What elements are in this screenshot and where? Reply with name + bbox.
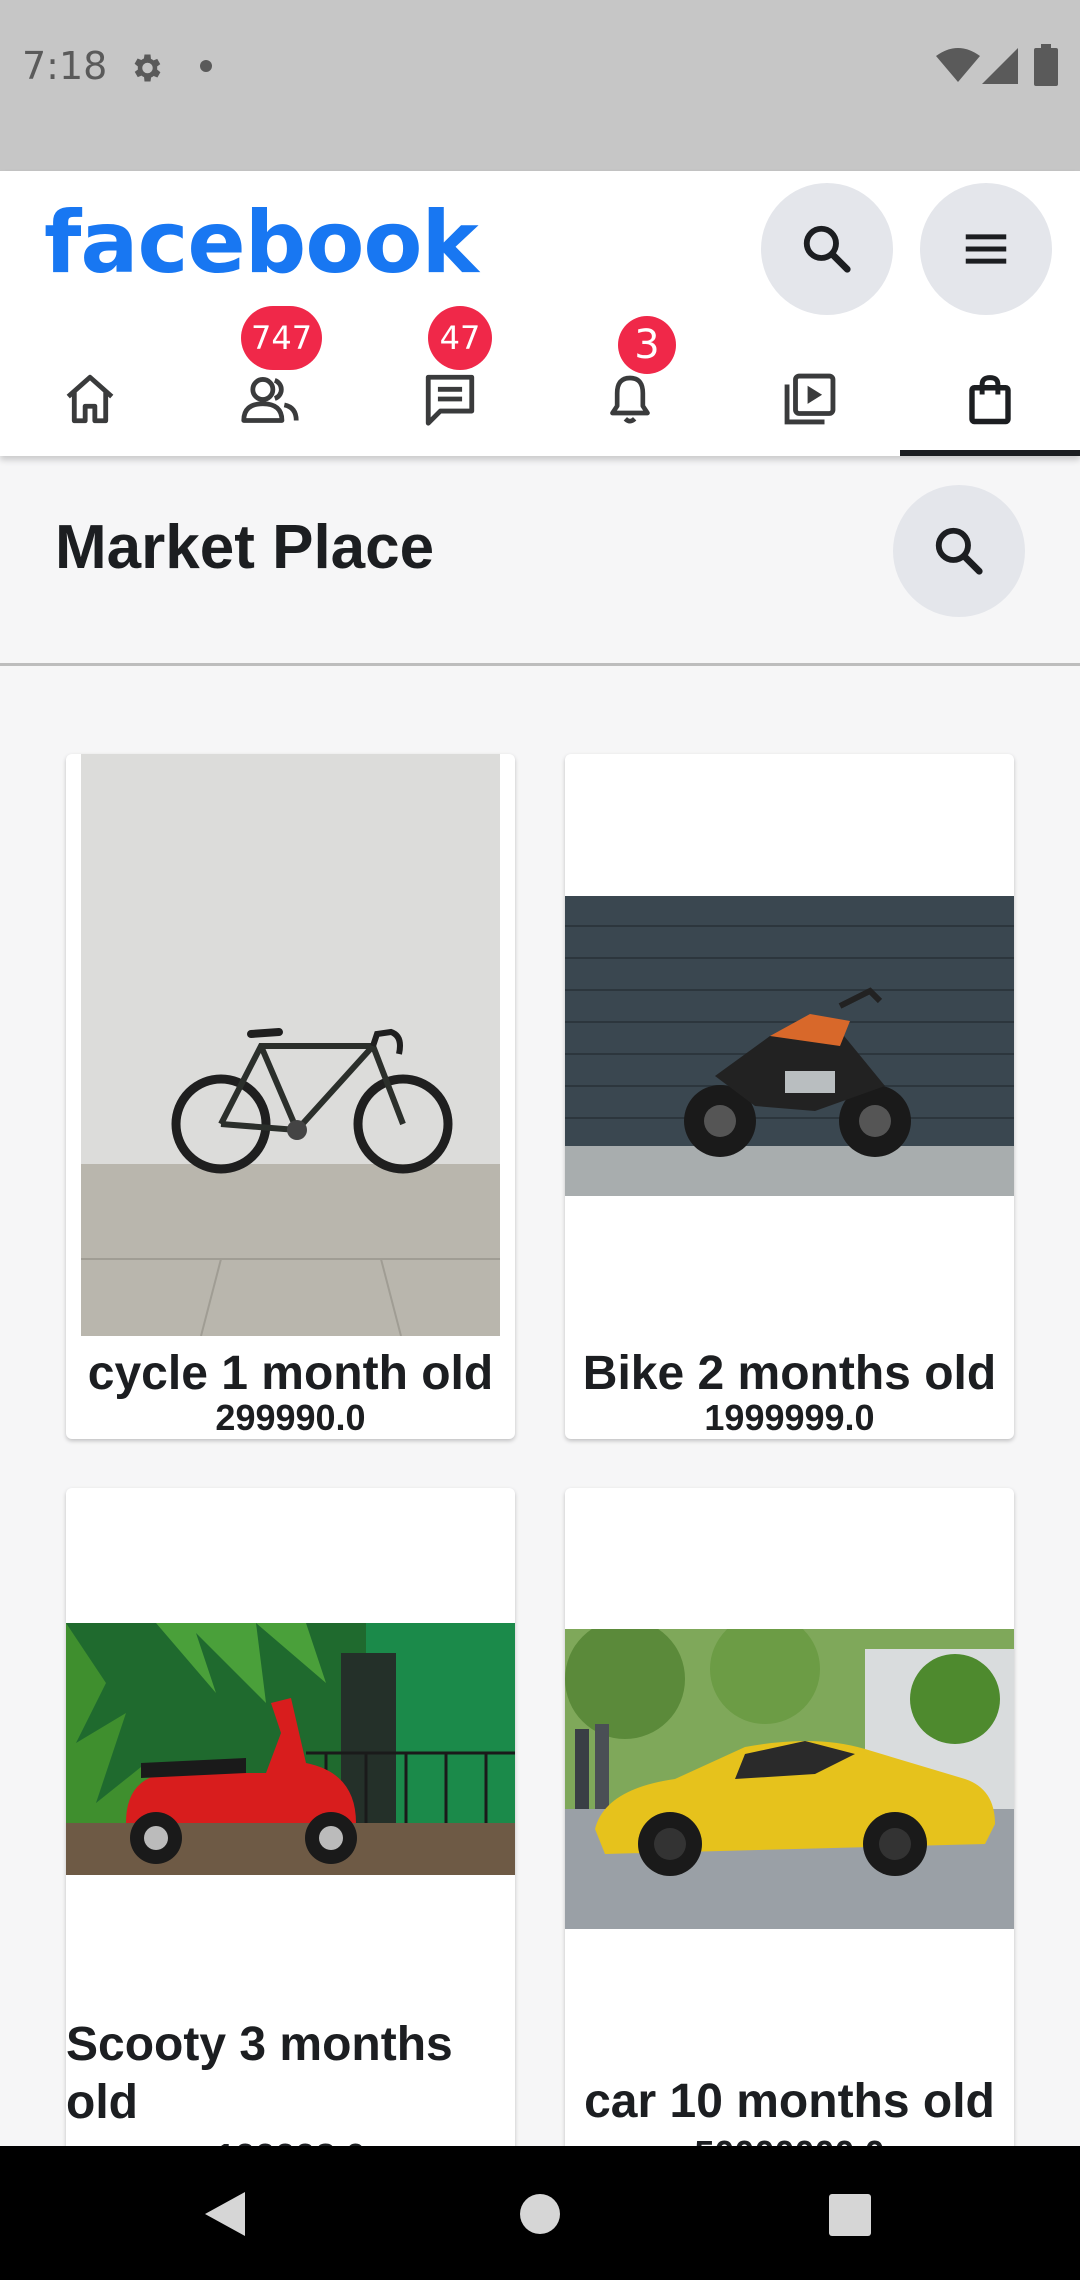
listing-title: car 10 months old (584, 2075, 995, 2128)
listing-card[interactable]: Scooty 3 months old 199998.0 (66, 1488, 515, 2146)
system-nav-bar (0, 2146, 1080, 2280)
market-header: Market Place (0, 456, 1080, 666)
listing-title: cycle 1 month old (87, 1347, 494, 1400)
bicycle-photo (81, 754, 500, 1336)
home-circle-icon[interactable] (519, 2193, 561, 2235)
battery-icon (1034, 44, 1058, 86)
wifi-icon (936, 48, 980, 82)
header-menu-button[interactable] (920, 183, 1052, 315)
friends-icon (241, 376, 299, 423)
tab-watch[interactable] (720, 311, 900, 456)
listing-title: Bike 2 months old (582, 1347, 997, 1400)
tab-marketplace[interactable] (900, 311, 1080, 456)
tab-messages[interactable]: 47 (360, 306, 540, 456)
messages-badge: 47 (428, 306, 492, 370)
listing-card[interactable]: Bike 2 months old 1999999.0 (565, 754, 1014, 1439)
tab-notifications[interactable]: 3 (540, 311, 720, 456)
nav-tabs: 747 47 3 (0, 306, 1080, 456)
market-search-button[interactable] (893, 485, 1025, 617)
sports-car-photo (565, 1629, 1014, 1929)
status-bar: 7:18 (0, 0, 1080, 171)
friends-badge: 747 (241, 306, 323, 370)
search-icon (803, 225, 851, 273)
menu-icon (965, 234, 1007, 264)
page-title: Market Place (55, 513, 435, 582)
status-time: 7:18 (22, 44, 108, 88)
app-header: facebook 747 47 3 (0, 171, 1080, 456)
listing-price: 50000000.0 (565, 2133, 1014, 2146)
recents-icon[interactable] (829, 2194, 871, 2236)
dot-icon (200, 60, 212, 72)
listing-price: 199998.0 (66, 2136, 515, 2146)
listing-price: 1999999.0 (704, 1397, 875, 1438)
listing-title: Scooty 3 months old (66, 2018, 453, 2129)
settings-icon (134, 54, 161, 82)
search-icon (935, 527, 983, 575)
motorcycle-photo (565, 896, 1014, 1196)
video-icon (784, 373, 836, 424)
tab-home[interactable] (0, 311, 180, 456)
listing-card[interactable]: cycle 1 month old 299990.0 (66, 754, 515, 1439)
listing-card[interactable]: car 10 months old 50000000.0 (565, 1488, 1014, 2146)
back-icon[interactable] (205, 2192, 245, 2236)
bell-icon (610, 375, 650, 423)
screen: 7:18 facebook 747 47 3 Market Place cycl… (0, 0, 1080, 2280)
facebook-logo[interactable]: facebook (44, 193, 479, 293)
listing-price: 299990.0 (215, 1397, 366, 1438)
message-icon (425, 374, 475, 426)
active-tab-indicator (900, 450, 1080, 456)
scooter-photo (66, 1623, 515, 1875)
signal-icon (982, 48, 1018, 84)
notifications-badge: 3 (618, 316, 676, 374)
home-icon (66, 374, 114, 423)
tab-friends[interactable]: 747 (180, 306, 360, 456)
header-search-button[interactable] (761, 183, 893, 315)
shopping-bag-icon (969, 374, 1011, 424)
listings-grid: cycle 1 month old 299990.0 Bike 2 months… (0, 666, 1080, 2146)
